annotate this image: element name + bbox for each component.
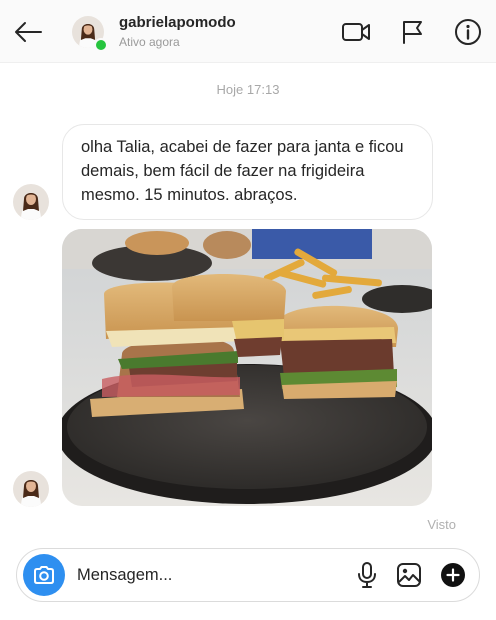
back-button[interactable] [10,16,46,48]
info-icon [455,19,481,45]
message-bubble[interactable]: olha Talia, acabei de fazer para janta e… [62,124,433,220]
online-status-dot [94,38,108,52]
burger-photo [62,229,432,506]
message-text: olha Talia, acabei de fazer para janta e… [81,138,404,204]
message-input[interactable] [77,561,337,589]
shared-photo[interactable] [62,229,432,506]
seen-indicator: Visto [427,517,456,532]
sender-avatar[interactable] [13,184,49,220]
video-call-icon [342,23,370,41]
microphone-icon [358,562,376,588]
plus-icon [441,563,465,587]
voice-message-button[interactable] [353,561,381,589]
more-actions-button[interactable] [439,561,467,589]
back-arrow-icon [15,22,42,42]
flag-icon [403,21,422,44]
sender-avatar[interactable] [13,471,49,507]
info-button[interactable] [452,16,484,48]
gallery-icon [397,563,421,587]
camera-icon [34,566,54,584]
chat-header: gabrielapomodo Ativo agora [0,0,496,63]
video-call-button[interactable] [340,16,372,48]
camera-button[interactable] [23,554,65,596]
report-button[interactable] [396,16,428,48]
header-avatar[interactable] [72,16,108,52]
message-composer [16,548,480,602]
activity-status: Ativo agora [119,35,180,49]
gallery-button[interactable] [395,561,423,589]
username[interactable]: gabrielapomodo [119,14,236,31]
message-timestamp: Hoje 17:13 [216,82,280,97]
